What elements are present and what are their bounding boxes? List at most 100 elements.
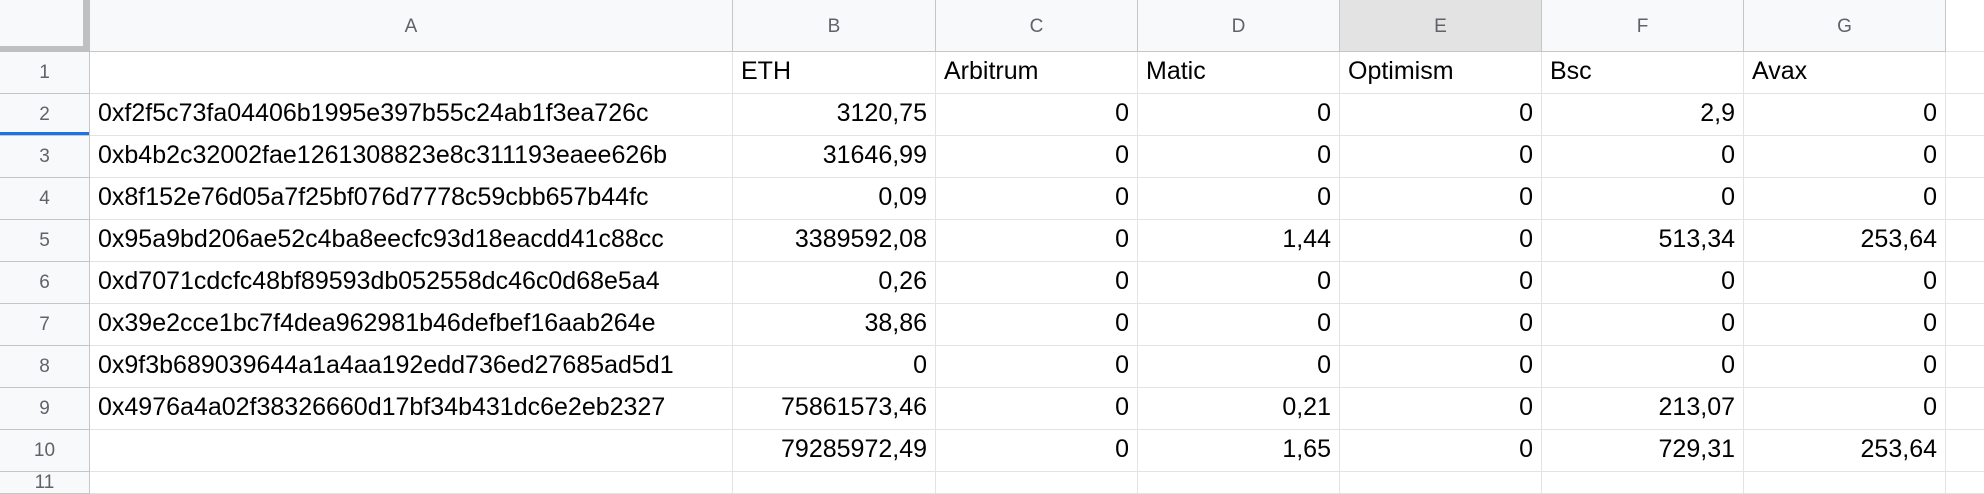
cell-d6[interactable]: 0 <box>1138 262 1340 304</box>
cell-c4[interactable]: 0 <box>936 178 1138 220</box>
cell-c11[interactable] <box>936 472 1138 494</box>
cell-b9[interactable]: 75861573,46 <box>733 388 936 430</box>
cell-d1[interactable]: Matic <box>1138 52 1340 94</box>
cell-f6[interactable]: 0 <box>1542 262 1744 304</box>
cell-d8[interactable]: 0 <box>1138 346 1340 388</box>
row-header-1[interactable]: 1 <box>0 52 90 94</box>
cell-f10[interactable]: 729,31 <box>1542 430 1744 472</box>
column-header-e[interactable]: E <box>1340 0 1542 52</box>
row-header-2[interactable]: 2 <box>0 94 90 136</box>
cell-g4[interactable]: 0 <box>1744 178 1946 220</box>
row-header-9[interactable]: 9 <box>0 388 90 430</box>
cell-e6[interactable]: 0 <box>1340 262 1542 304</box>
row-header-3[interactable]: 3 <box>0 136 90 178</box>
cell-b8[interactable]: 0 <box>733 346 936 388</box>
cell-a7[interactable]: 0x39e2cce1bc7f4dea962981b46defbef16aab26… <box>90 304 733 346</box>
cell-d3[interactable]: 0 <box>1138 136 1340 178</box>
row-header-11[interactable]: 11 <box>0 472 90 494</box>
cell-d5[interactable]: 1,44 <box>1138 220 1340 262</box>
cell-g10[interactable]: 253,64 <box>1744 430 1946 472</box>
cell-f1[interactable]: Bsc <box>1542 52 1744 94</box>
cell-e2[interactable]: 0 <box>1340 94 1542 136</box>
cell-b3[interactable]: 31646,99 <box>733 136 936 178</box>
cell-f9[interactable]: 213,07 <box>1542 388 1744 430</box>
cell-b5[interactable]: 3389592,08 <box>733 220 936 262</box>
column-header-d[interactable]: D <box>1138 0 1340 52</box>
cell-b11[interactable] <box>733 472 936 494</box>
cell-e3[interactable]: 0 <box>1340 136 1542 178</box>
cell-c7[interactable]: 0 <box>936 304 1138 346</box>
row-header-8[interactable]: 8 <box>0 346 90 388</box>
cell-d10[interactable]: 1,65 <box>1138 430 1340 472</box>
cell-f8[interactable]: 0 <box>1542 346 1744 388</box>
cell-a8[interactable]: 0x9f3b689039644a1a4aa192edd736ed27685ad5… <box>90 346 733 388</box>
cell-e8[interactable]: 0 <box>1340 346 1542 388</box>
cell-c6[interactable]: 0 <box>936 262 1138 304</box>
column-header-g[interactable]: G <box>1744 0 1946 52</box>
cell-g7[interactable]: 0 <box>1744 304 1946 346</box>
cell-f4[interactable]: 0 <box>1542 178 1744 220</box>
column-header-f[interactable]: F <box>1542 0 1744 52</box>
cell-g6[interactable]: 0 <box>1744 262 1946 304</box>
column-header-c[interactable]: C <box>936 0 1138 52</box>
cell-c2[interactable]: 0 <box>936 94 1138 136</box>
cell-g8[interactable]: 0 <box>1744 346 1946 388</box>
cell-g3[interactable]: 0 <box>1744 136 1946 178</box>
cell-b4[interactable]: 0,09 <box>733 178 936 220</box>
row-header-10[interactable]: 10 <box>0 430 90 472</box>
cell-d4[interactable]: 0 <box>1138 178 1340 220</box>
cell-g11[interactable] <box>1744 472 1946 494</box>
cell-a3[interactable]: 0xb4b2c32002fae1261308823e8c311193eaee62… <box>90 136 733 178</box>
cell-a6[interactable]: 0xd7071cdcfc48bf89593db052558dc46c0d68e5… <box>90 262 733 304</box>
cell-e7[interactable]: 0 <box>1340 304 1542 346</box>
cell-e4[interactable]: 0 <box>1340 178 1542 220</box>
column-header-a[interactable]: A <box>90 0 733 52</box>
cell-c8[interactable]: 0 <box>936 346 1138 388</box>
column-header-b[interactable]: B <box>733 0 936 52</box>
cell-a1[interactable] <box>90 52 733 94</box>
cell-g1[interactable]: Avax <box>1744 52 1946 94</box>
cell-f3[interactable]: 0 <box>1542 136 1744 178</box>
cell-a5[interactable]: 0x95a9bd206ae52c4ba8eecfc93d18eacdd41c88… <box>90 220 733 262</box>
cell-e10[interactable]: 0 <box>1340 430 1542 472</box>
cell-d11[interactable] <box>1138 472 1340 494</box>
cell-c1[interactable]: Arbitrum <box>936 52 1138 94</box>
cell-a11[interactable] <box>90 472 733 494</box>
cell-b7[interactable]: 38,86 <box>733 304 936 346</box>
cell-g2[interactable]: 0 <box>1744 94 1946 136</box>
row-header-6[interactable]: 6 <box>0 262 90 304</box>
row-overflow <box>1946 262 1984 304</box>
cell-e9[interactable]: 0 <box>1340 388 1542 430</box>
cell-e1[interactable]: Optimism <box>1340 52 1542 94</box>
cell-d2[interactable]: 0 <box>1138 94 1340 136</box>
cell-b2[interactable]: 3120,75 <box>733 94 936 136</box>
cell-d7[interactable]: 0 <box>1138 304 1340 346</box>
column-header-overflow <box>1946 0 1984 52</box>
cell-f11[interactable] <box>1542 472 1744 494</box>
cell-c10[interactable]: 0 <box>936 430 1138 472</box>
cell-g9[interactable]: 0 <box>1744 388 1946 430</box>
cell-c9[interactable]: 0 <box>936 388 1138 430</box>
cell-c3[interactable]: 0 <box>936 136 1138 178</box>
row-header-5[interactable]: 5 <box>0 220 90 262</box>
cell-f7[interactable]: 0 <box>1542 304 1744 346</box>
cell-e11[interactable] <box>1340 472 1542 494</box>
cell-f5[interactable]: 513,34 <box>1542 220 1744 262</box>
cell-d9[interactable]: 0,21 <box>1138 388 1340 430</box>
cell-e5[interactable]: 0 <box>1340 220 1542 262</box>
cell-a9[interactable]: 0x4976a4a02f38326660d17bf34b431dc6e2eb23… <box>90 388 733 430</box>
row-header-4[interactable]: 4 <box>0 178 90 220</box>
cell-a2[interactable]: 0xf2f5c73fa04406b1995e397b55c24ab1f3ea72… <box>90 94 733 136</box>
cell-c5[interactable]: 0 <box>936 220 1138 262</box>
row-header-7[interactable]: 7 <box>0 304 90 346</box>
cell-a4[interactable]: 0x8f152e76d05a7f25bf076d7778c59cbb657b44… <box>90 178 733 220</box>
select-all-corner[interactable] <box>0 0 90 52</box>
cell-g5[interactable]: 253,64 <box>1744 220 1946 262</box>
cell-b10[interactable]: 79285972,49 <box>733 430 936 472</box>
cell-a10[interactable] <box>90 430 733 472</box>
cell-f2[interactable]: 2,9 <box>1542 94 1744 136</box>
row-overflow <box>1946 430 1984 472</box>
spreadsheet-grid[interactable]: A B C D E F G 1 ETH Arbitrum Matic Optimism Bsc Avax 2… <box>0 0 1984 494</box>
cell-b1[interactable]: ETH <box>733 52 936 94</box>
cell-b6[interactable]: 0,26 <box>733 262 936 304</box>
